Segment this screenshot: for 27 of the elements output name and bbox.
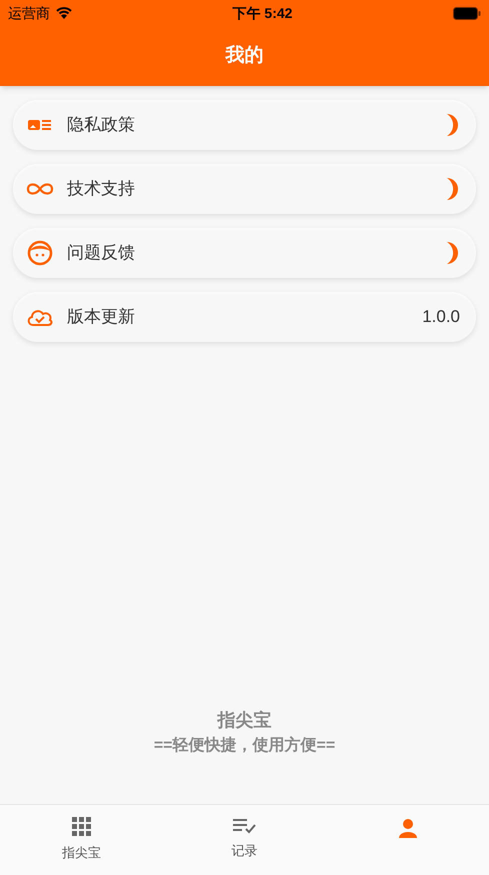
carrier-text: 运营商 xyxy=(8,4,50,22)
infinity-icon xyxy=(26,182,54,196)
version-text: 1.0.0 xyxy=(422,306,460,328)
tab-item[interactable]: 记录 xyxy=(163,805,326,875)
clock-text: 下午 5:42 xyxy=(232,4,292,22)
menu-row[interactable]: 技术支持 xyxy=(13,164,476,214)
chevron-icon xyxy=(446,241,460,265)
tab-item[interactable]: 指尖宝 xyxy=(0,805,163,875)
id-card-icon xyxy=(27,117,53,133)
grid-icon xyxy=(72,817,92,837)
page-title: 我的 xyxy=(226,44,264,68)
menu-row[interactable]: 问题反馈 xyxy=(13,228,476,278)
menu-label: 隐私政策 xyxy=(67,114,136,136)
menu-row[interactable]: 隐私政策 xyxy=(13,100,476,150)
person-icon xyxy=(396,817,418,839)
menu-label: 版本更新 xyxy=(67,306,136,328)
face-icon xyxy=(27,240,53,266)
app-name-text: 指尖宝 xyxy=(218,709,272,732)
menu-row[interactable]: 版本更新 1.0.0 xyxy=(13,292,476,342)
slogan-text: ==轻便快捷，使用方便== xyxy=(154,735,336,756)
chevron-icon xyxy=(446,113,460,137)
menu-label: 技术支持 xyxy=(67,178,136,200)
chevron-icon xyxy=(446,177,460,201)
wifi-icon xyxy=(56,7,72,19)
menu-label: 问题反馈 xyxy=(67,242,136,264)
checklist-icon xyxy=(232,817,256,835)
battery-icon xyxy=(452,6,481,20)
